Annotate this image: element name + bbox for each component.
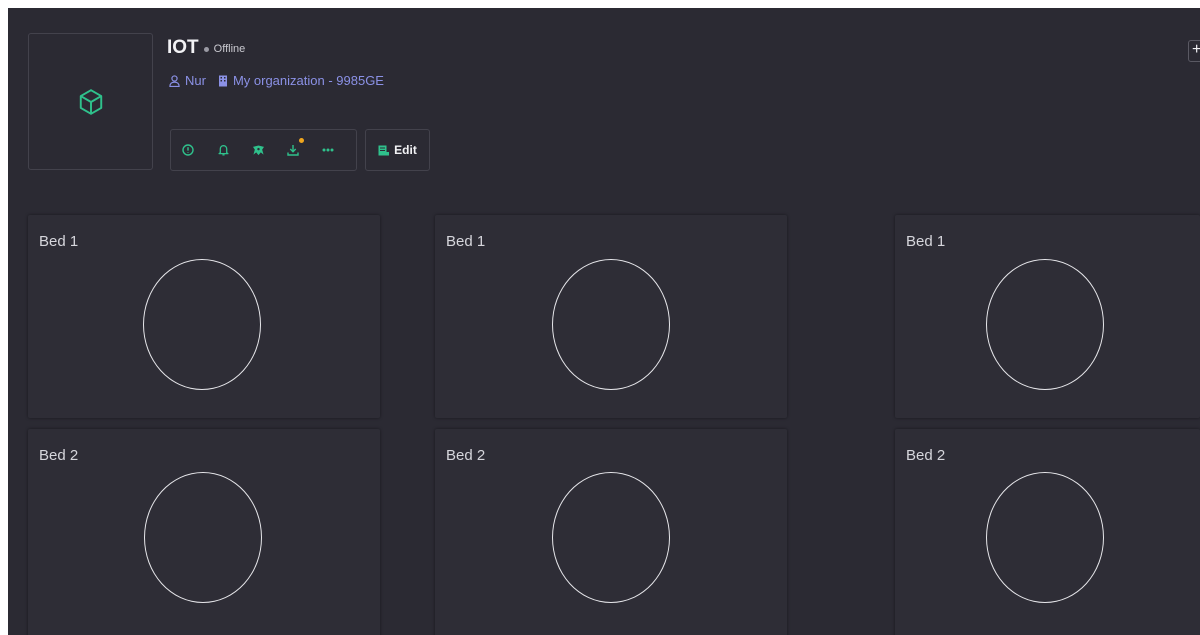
device-dashboard: IOT Offline Nur My organization - 9985GE [8, 8, 1200, 635]
user-icon [169, 74, 180, 87]
device-avatar [28, 33, 153, 170]
bell-icon [217, 145, 229, 156]
bed-card[interactable]: Bed 1 [895, 215, 1200, 418]
more-icon [322, 148, 334, 152]
bed-card[interactable]: Bed 2 [895, 429, 1200, 635]
info-icon [182, 144, 194, 156]
organization-icon [218, 75, 227, 86]
bed-status-circle [986, 259, 1104, 390]
bed-label: Bed 1 [906, 233, 946, 250]
add-widget-button[interactable]: + [1188, 40, 1200, 62]
edit-icon [378, 145, 390, 155]
download-button[interactable] [286, 138, 304, 157]
download-icon [287, 145, 299, 156]
status-indicator [203, 47, 209, 52]
bed-status-circle [143, 259, 261, 390]
bed-label: Bed 2 [906, 447, 946, 464]
alarm-button[interactable] [216, 143, 230, 157]
status-badge: Offline [213, 43, 246, 55]
transform-button[interactable] [251, 143, 265, 157]
device-title-row: IOT Offline [167, 37, 245, 59]
bed-label: Bed 2 [39, 447, 79, 464]
edit-label: Edit [394, 143, 417, 157]
bed-label: Bed 1 [446, 233, 486, 250]
bed-label: Bed 2 [446, 447, 486, 464]
edit-button[interactable]: Edit [365, 129, 430, 171]
more-button[interactable] [321, 143, 335, 157]
bed-card[interactable]: Bed 2 [435, 429, 787, 635]
owner-link[interactable]: Nur [169, 73, 206, 88]
cube-icon [79, 88, 102, 115]
notification-badge [299, 138, 304, 143]
device-actions-toolbar [170, 129, 357, 171]
bed-status-circle [552, 472, 670, 603]
owner-name: Nur [185, 73, 206, 88]
organization-link[interactable]: My organization - 9985GE [218, 73, 384, 88]
bed-card[interactable]: Bed 2 [28, 429, 380, 635]
bed-status-circle [986, 472, 1104, 603]
bed-label: Bed 1 [39, 233, 79, 250]
device-title: IOT [167, 37, 199, 58]
device-meta: Nur My organization - 9985GE [169, 73, 384, 88]
info-button[interactable] [181, 143, 195, 157]
network-icon [252, 144, 264, 155]
bed-card[interactable]: Bed 1 [28, 215, 380, 418]
organization-name: My organization - 9985GE [232, 73, 384, 88]
bed-card[interactable]: Bed 1 [435, 215, 787, 418]
bed-status-circle [552, 259, 670, 390]
bed-status-circle [144, 472, 262, 603]
